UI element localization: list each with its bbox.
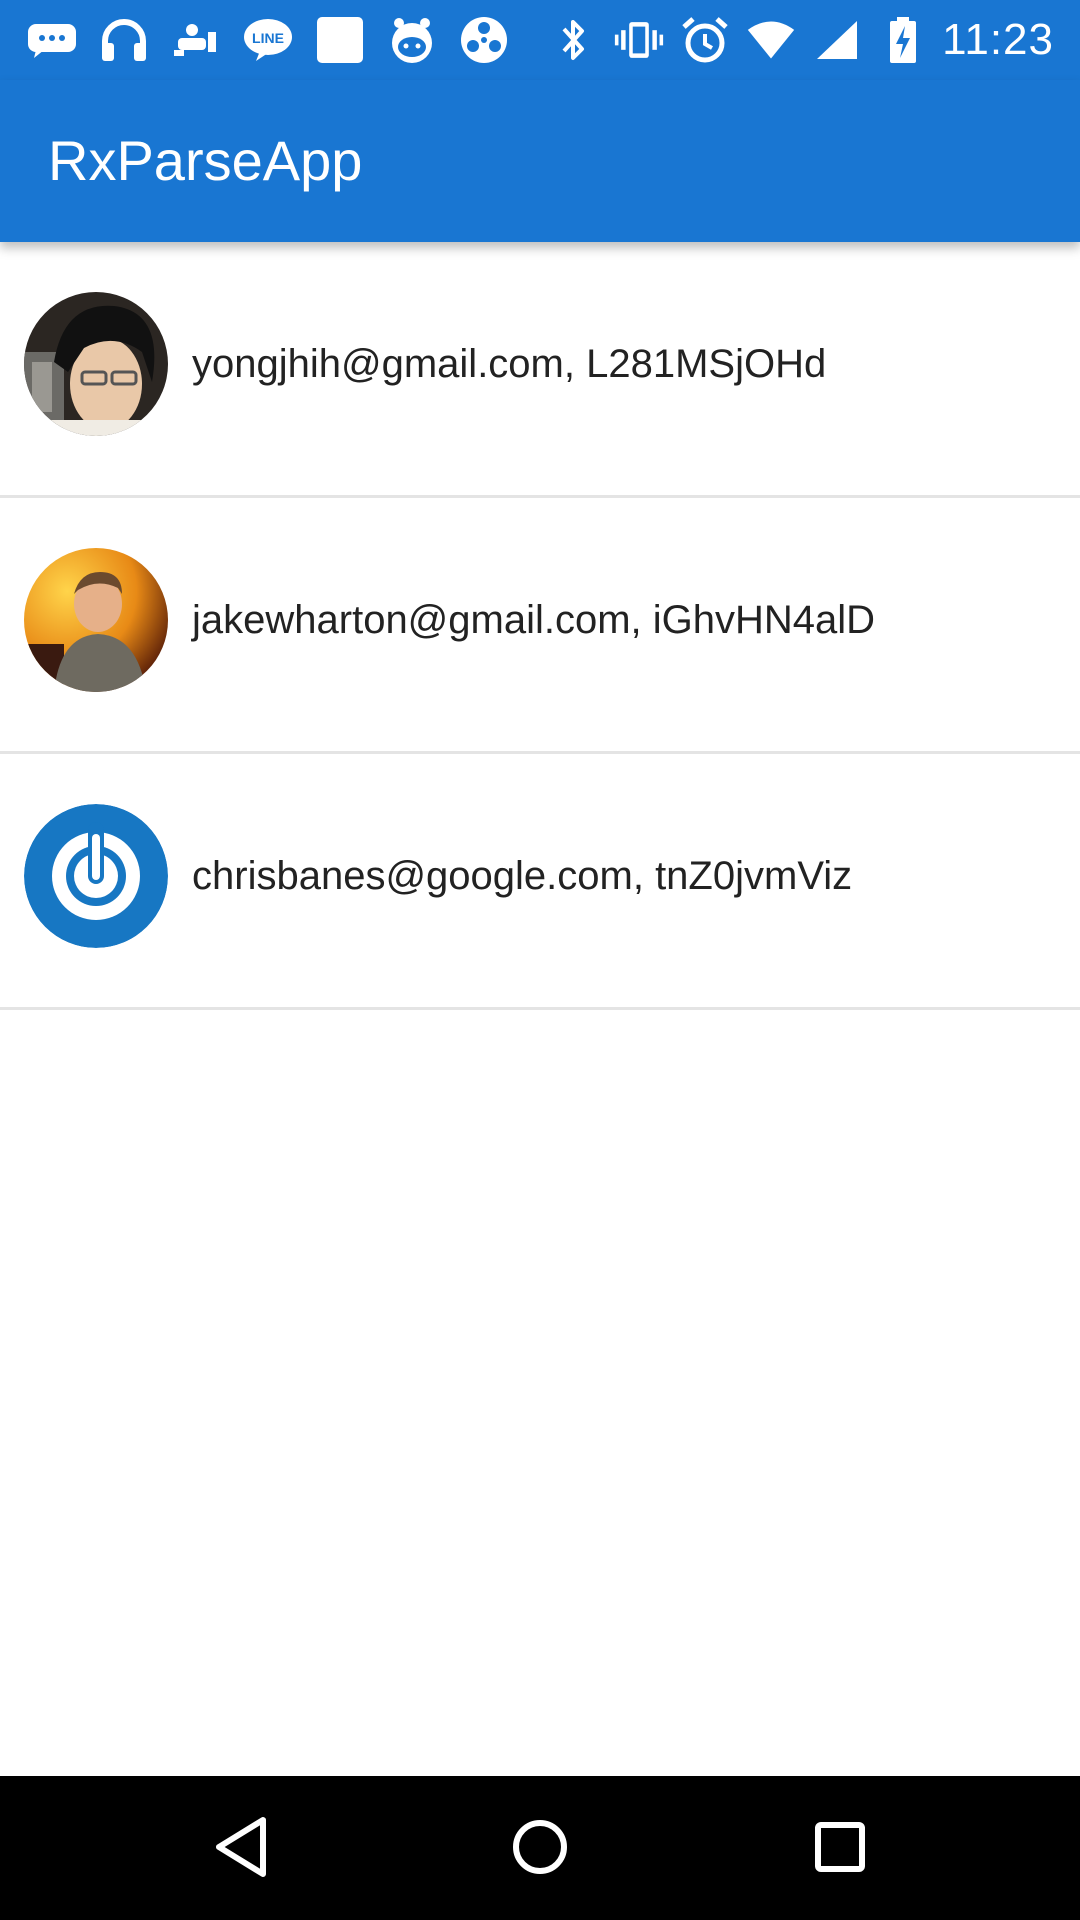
user-label: jakewharton@gmail.com, iGhvHN4alD [192, 598, 876, 642]
chat-bubble-icon [24, 12, 80, 68]
signal-icon [812, 12, 862, 68]
app-title: RxParseApp [48, 129, 363, 192]
user-list: yongjhih@gmail.com, L281MSjOHd jakewhart… [0, 242, 1080, 1010]
status-clock: 11:23 [942, 15, 1054, 64]
battery-charging-icon [878, 12, 928, 68]
navigation-bar [0, 1776, 1080, 1920]
home-button[interactable] [505, 1814, 575, 1884]
list-item[interactable]: yongjhih@gmail.com, L281MSjOHd [0, 242, 1080, 498]
back-button[interactable] [206, 1814, 276, 1884]
film-reel-icon [456, 12, 512, 68]
app-bar: RxParseApp [0, 80, 1080, 242]
user-label: chrisbanes@google.com, tnZ0jvmViz [192, 854, 853, 898]
bluetooth-icon [548, 12, 598, 68]
vibrate-icon [614, 12, 664, 68]
avatar [24, 548, 168, 692]
alarm-icon [680, 12, 730, 68]
game-icon [168, 12, 224, 68]
list-item[interactable]: jakewharton@gmail.com, iGhvHN4alD [0, 498, 1080, 754]
line-label: LINE [252, 30, 284, 46]
line-icon: LINE [240, 12, 296, 68]
notification-icons: LINE [24, 12, 528, 68]
status-bar: LINE 11:23 [0, 0, 1080, 80]
back-icon [213, 1816, 269, 1883]
system-icons: 11:23 [532, 12, 1054, 68]
recents-icon [813, 1820, 867, 1879]
home-icon [510, 1817, 570, 1882]
wifi-icon [746, 12, 796, 68]
recents-button[interactable] [805, 1814, 875, 1884]
blank-square-icon [312, 12, 368, 68]
headphones-icon [96, 12, 152, 68]
list-item[interactable]: chrisbanes@google.com, tnZ0jvmViz [0, 754, 1080, 1010]
mascot-icon [384, 12, 440, 68]
user-label: yongjhih@gmail.com, L281MSjOHd [192, 342, 827, 386]
avatar [24, 804, 168, 948]
avatar [24, 292, 168, 436]
